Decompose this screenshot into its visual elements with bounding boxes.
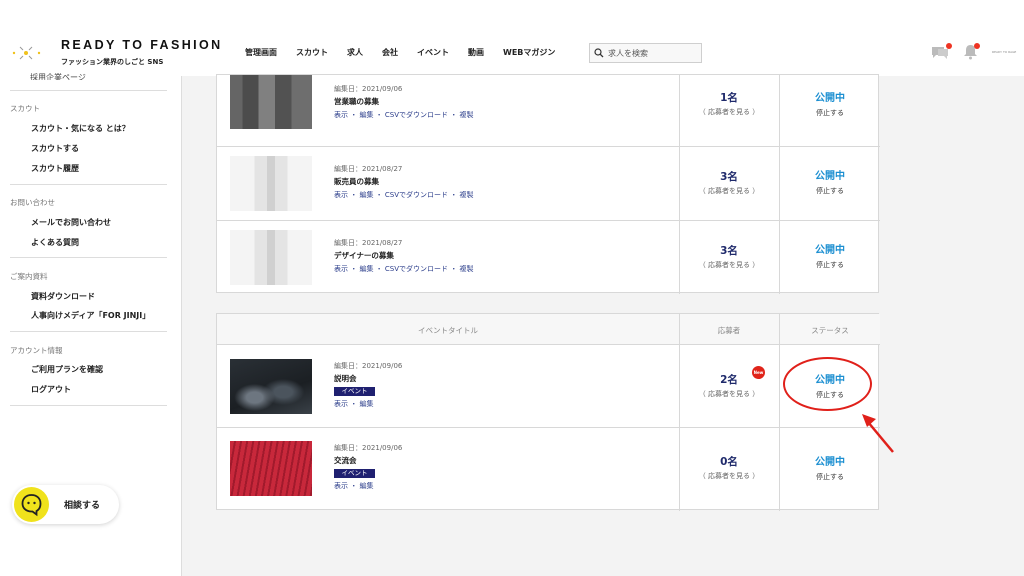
job-thumbnail[interactable] xyxy=(230,75,312,129)
section-account: アカウント情報 xyxy=(10,346,63,355)
sidebar-item-faq[interactable]: よくある質問 xyxy=(31,237,79,248)
nav-scout[interactable]: スカウト xyxy=(296,47,328,58)
edit-date: 編集日：2021/09/06 xyxy=(334,444,403,452)
top-header: READY TO FASHION ファッション業界のしごと SNS 管理画面 ス… xyxy=(0,0,1024,76)
job-thumbnail[interactable] xyxy=(230,230,312,285)
sidebar-item-mail-contact[interactable]: メールでお問い合わせ xyxy=(31,217,111,228)
stop-button[interactable]: 停止する xyxy=(780,472,880,482)
nav-admin[interactable]: 管理画面 xyxy=(245,47,277,58)
sidebar-item-for-jinji[interactable]: 人事向けメディア「FOR JINJI」 xyxy=(31,310,150,321)
notification-dot xyxy=(946,43,952,49)
view-applicants-link[interactable]: （ 応募者を見る ） xyxy=(679,260,779,270)
divider xyxy=(10,331,167,332)
job-title[interactable]: 営業職の募集 xyxy=(334,96,379,107)
table-row: 編集日：2021/08/27 デザイナーの募集 表示 ・ 編集 ・ CSVでダウ… xyxy=(217,221,880,294)
nav-jobs[interactable]: 求人 xyxy=(347,47,363,58)
section-materials: ご案内資料 xyxy=(10,272,48,281)
sidebar-item-scout-about[interactable]: スカウト・気になる とは？ xyxy=(31,123,130,134)
job-actions[interactable]: 表示 ・ 編集 ・ CSVでダウンロード ・ 複製 xyxy=(334,110,473,120)
logo-mark-icon xyxy=(12,46,41,60)
column-event-title: イベントタイトル xyxy=(418,326,478,335)
sidebar-item-scout[interactable]: スカウトする xyxy=(31,143,79,154)
job-actions[interactable]: 表示 ・ 編集 ・ CSVでダウンロード ・ 複製 xyxy=(334,264,473,274)
column-applicants: 応募者 xyxy=(717,326,741,335)
applicant-count: 3名 xyxy=(720,171,738,183)
table-row: 編集日：2021/09/06 説明会 イベント 表示 ・ 編集 2名 New （… xyxy=(217,345,880,428)
event-title[interactable]: 交流会 xyxy=(334,455,357,466)
events-table: イベントタイトル 応募者 ステータス 編集日：2021/09/06 説明会 イベ… xyxy=(216,313,880,511)
event-actions[interactable]: 表示 ・ 編集 xyxy=(334,481,373,491)
edit-date: 編集日：2021/08/27 xyxy=(334,165,403,173)
sidebar-item-scout-history[interactable]: スカウト履歴 xyxy=(31,163,79,174)
stop-button[interactable]: 停止する xyxy=(780,108,880,118)
main-content: 編集日：2021/09/06 営業職の募集 表示 ・ 編集 ・ CSVでダウンロ… xyxy=(182,74,1024,576)
divider xyxy=(10,257,167,258)
user-menu[interactable]: READY TO RAGE xyxy=(992,50,1016,54)
event-thumbnail[interactable] xyxy=(230,359,312,414)
edit-date: 編集日：2021/09/06 xyxy=(334,85,403,93)
sidebar-item-plan[interactable]: ご利用プランを確認 xyxy=(31,364,103,375)
edit-date: 編集日：2021/08/27 xyxy=(334,239,403,247)
event-badge: イベント xyxy=(334,469,375,478)
jobs-table: 編集日：2021/09/06 営業職の募集 表示 ・ 編集 ・ CSVでダウンロ… xyxy=(216,74,880,294)
consult-button[interactable]: 相談する xyxy=(12,485,119,524)
notifications-button[interactable] xyxy=(963,43,980,64)
column-status: ステータス xyxy=(811,326,849,335)
job-thumbnail[interactable] xyxy=(230,156,312,211)
divider xyxy=(10,405,167,406)
search-input[interactable] xyxy=(608,48,698,58)
table-row: 編集日：2021/08/27 販売員の募集 表示 ・ 編集 ・ CSVでダウンロ… xyxy=(217,147,880,221)
consult-label: 相談する xyxy=(64,501,101,511)
event-title[interactable]: 説明会 xyxy=(334,373,357,384)
status-published: 公開中 xyxy=(815,93,845,104)
nav-company[interactable]: 会社 xyxy=(382,47,398,58)
applicant-count: 1名 xyxy=(720,92,738,104)
messages-button[interactable] xyxy=(930,43,952,64)
main-nav: 管理画面 スカウト 求人 会社 イベント 動画 WEBマガジン xyxy=(245,47,574,58)
status-published: 公開中 xyxy=(815,171,845,182)
sidebar-item-download[interactable]: 資料ダウンロード xyxy=(31,291,95,302)
stop-button[interactable]: 停止する xyxy=(780,186,880,196)
search-icon xyxy=(594,48,604,58)
applicant-count: 3名 xyxy=(720,245,738,257)
brand-subtitle: ファッション業界のしごと SNS xyxy=(61,58,164,66)
job-title[interactable]: 販売員の募集 xyxy=(334,176,379,187)
arrow-icon xyxy=(862,414,894,453)
nav-web-magazine[interactable]: WEBマガジン xyxy=(503,47,555,58)
sidebar-item-logout[interactable]: ログアウト xyxy=(31,384,71,395)
view-applicants-link[interactable]: （ 応募者を見る ） xyxy=(679,107,779,117)
new-badge: New xyxy=(752,366,765,379)
status-published: 公開中 xyxy=(815,245,845,256)
highlight-circle xyxy=(783,357,872,411)
brand-title[interactable]: READY TO FASHION xyxy=(61,38,223,52)
applicant-count: 0名 xyxy=(720,456,738,468)
sidebar-item-company-page[interactable]: 採用企業ページ xyxy=(30,72,86,80)
event-badge: イベント xyxy=(334,387,375,396)
table-header: イベントタイトル 応募者 ステータス xyxy=(217,314,880,345)
divider xyxy=(10,184,167,185)
event-thumbnail[interactable] xyxy=(230,441,312,496)
view-applicants-link[interactable]: （ 応募者を見る ） xyxy=(679,389,779,399)
view-applicants-link[interactable]: （ 応募者を見る ） xyxy=(679,186,779,196)
stop-button[interactable]: 停止する xyxy=(780,260,880,270)
view-applicants-link[interactable]: （ 応募者を見る ） xyxy=(679,471,779,481)
face-icon xyxy=(21,494,42,517)
event-actions[interactable]: 表示 ・ 編集 xyxy=(334,399,373,409)
table-row: 編集日：2021/09/06 交流会 イベント 表示 ・ 編集 0名 （ 応募者… xyxy=(217,428,880,511)
notification-dot xyxy=(974,43,980,49)
table-row: 編集日：2021/09/06 営業職の募集 表示 ・ 編集 ・ CSVでダウンロ… xyxy=(217,75,880,147)
job-actions[interactable]: 表示 ・ 編集 ・ CSVでダウンロード ・ 複製 xyxy=(334,190,473,200)
section-scout: スカウト xyxy=(10,104,40,113)
job-title[interactable]: デザイナーの募集 xyxy=(334,250,394,261)
nav-events[interactable]: イベント xyxy=(417,47,449,58)
chat-bubble-icon xyxy=(14,487,49,522)
nav-video[interactable]: 動画 xyxy=(468,47,484,58)
section-contact: お問い合わせ xyxy=(10,198,55,207)
edit-date: 編集日：2021/09/06 xyxy=(334,362,403,370)
divider xyxy=(10,90,167,91)
job-search xyxy=(589,43,702,63)
